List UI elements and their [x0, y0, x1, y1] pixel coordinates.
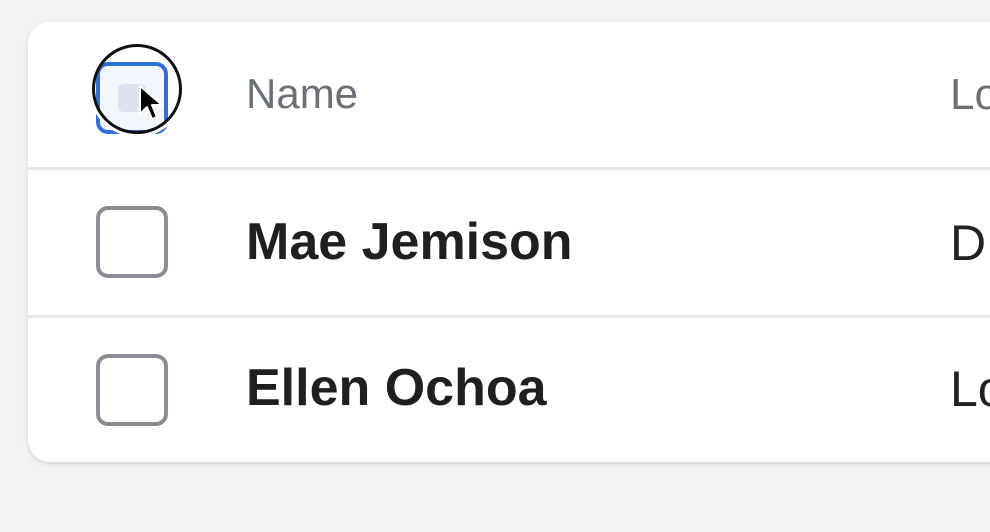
row-checkbox[interactable] — [96, 206, 168, 278]
row-name-cell: Mae Jemison — [246, 213, 573, 271]
column-header-name[interactable]: Name — [246, 70, 358, 118]
row-checkbox[interactable] — [96, 354, 168, 426]
column-header-location[interactable]: Lo — [950, 70, 990, 120]
mouse-pointer-icon — [139, 85, 163, 120]
row-checkbox-cell[interactable] — [96, 354, 168, 426]
table-row: Mae Jemison D — [28, 170, 990, 316]
row-checkbox-cell[interactable] — [96, 206, 168, 278]
row-location-cell: D — [950, 215, 987, 271]
row-name-cell: Ellen Ochoa — [246, 359, 547, 417]
table-header-row: Name Lo — [28, 22, 990, 168]
row-location-cell: Lo — [950, 361, 990, 417]
select-all-checkbox-cell[interactable] — [92, 44, 182, 134]
data-table: Name Lo Mae Jemison D Ellen Ochoa Lo — [28, 22, 990, 462]
table-row: Ellen Ochoa Lo — [28, 318, 990, 462]
